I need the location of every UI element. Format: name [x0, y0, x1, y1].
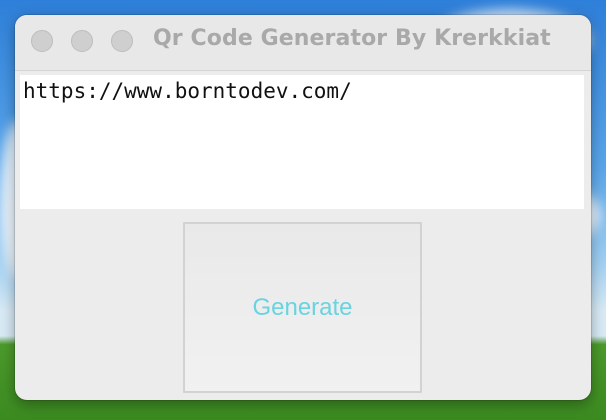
title-bar[interactable]: Qr Code Generator By Krerkkiat	[15, 15, 591, 71]
close-window-button[interactable]	[31, 30, 53, 52]
window-title: Qr Code Generator By Krerkkiat	[153, 26, 551, 51]
zoom-window-button[interactable]	[111, 30, 133, 52]
generate-button[interactable]: Generate	[183, 222, 422, 393]
app-window: Qr Code Generator By Krerkkiat https://w…	[15, 15, 591, 400]
minimize-window-button[interactable]	[71, 30, 93, 52]
url-text-input[interactable]: https://www.borntodev.com/	[20, 75, 584, 209]
